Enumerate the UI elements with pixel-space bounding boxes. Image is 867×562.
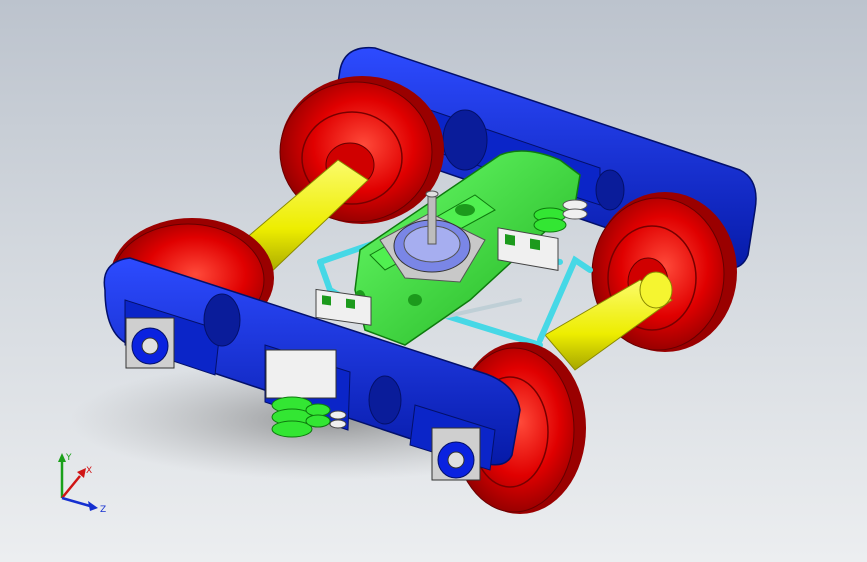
model-viewport[interactable]: Y X Z xyxy=(0,0,867,562)
coordinate-triad: Y X Z xyxy=(58,453,106,515)
journal-box-front-right[interactable] xyxy=(431,427,481,481)
z-axis-label: Z xyxy=(100,505,106,515)
z-axis-line xyxy=(61,496,91,508)
x-axis-label: X xyxy=(86,466,92,476)
z-axis-arrow xyxy=(88,501,98,511)
y-axis-label: Y xyxy=(65,453,72,463)
front-springs xyxy=(265,349,347,438)
x-axis-line xyxy=(61,475,81,499)
y-axis-arrow xyxy=(58,453,66,462)
journal-box-front-left[interactable] xyxy=(125,317,175,369)
bogie-3d-model[interactable] xyxy=(0,0,867,562)
